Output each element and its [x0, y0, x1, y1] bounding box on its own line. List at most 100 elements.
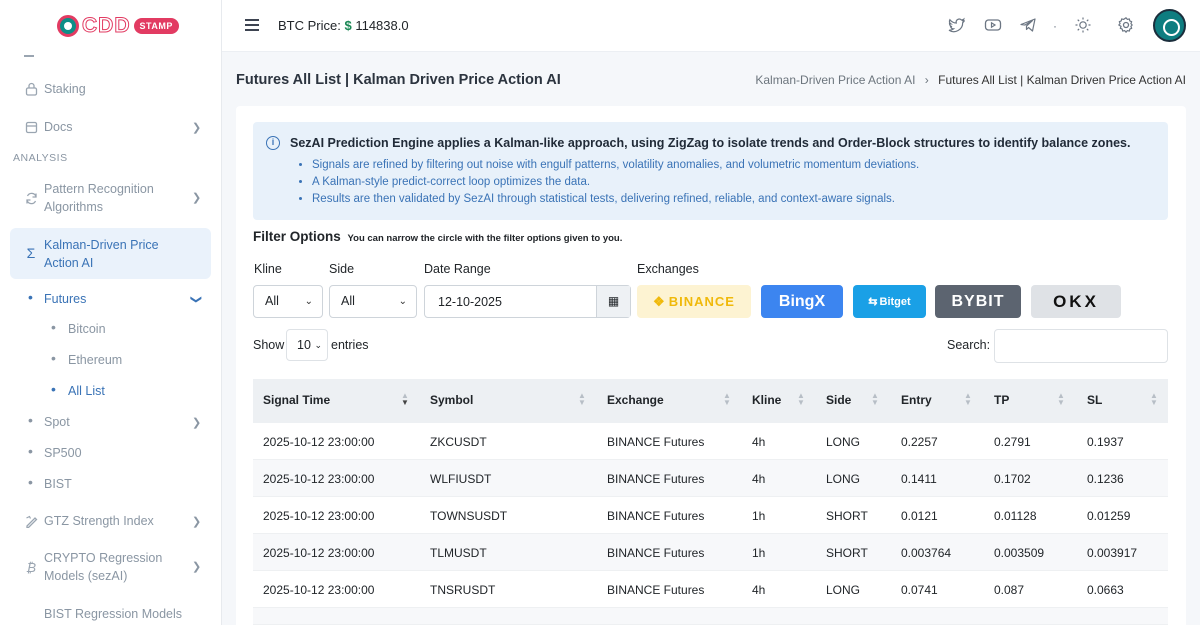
youtube-icon[interactable] — [984, 16, 1004, 36]
cell-tp: 0.2791 — [994, 435, 1031, 449]
sort-icon[interactable]: ▲ ▼ — [723, 392, 731, 407]
sort-icon[interactable]: ▲ ▼ — [871, 392, 879, 407]
cell-sl: 0.1937 — [1087, 435, 1124, 449]
kline-select[interactable]: All ⌄ — [253, 285, 323, 318]
sidebar-item-sp500[interactable]: • SP500 — [0, 443, 221, 462]
sun-icon[interactable] — [1074, 16, 1094, 36]
gear-icon[interactable] — [1117, 16, 1137, 36]
side-select[interactable]: All ⌄ — [329, 285, 417, 318]
cell-signal-time: 2025-10-12 23:00:00 — [263, 435, 375, 449]
sidebar-item-spot[interactable]: • Spot ❯ — [0, 412, 221, 431]
cell-kline: 4h — [752, 472, 766, 486]
sidebar-item-gtz[interactable]: GTZ Strength Index ❯ — [0, 512, 221, 530]
calendar-icon[interactable]: ▦ — [596, 286, 630, 317]
date-range-value: 12-10-2025 — [438, 295, 502, 309]
entries-label: entries — [331, 338, 369, 352]
sort-icon[interactable]: ▲ ▼ — [1150, 392, 1158, 407]
exchange-label: BingX — [778, 292, 826, 310]
telegram-icon[interactable] — [1019, 16, 1039, 36]
refresh-icon — [24, 191, 38, 205]
sidebar-item-kalman[interactable]: Σ Kalman-Driven Price Action AI — [0, 236, 221, 272]
cell-sl: 0.01259 — [1087, 509, 1131, 523]
sidebar-item-label: BIST Regression Models — [44, 607, 183, 621]
sort-icon[interactable]: ▲ ▼ — [797, 392, 805, 407]
sort-icon[interactable]: ▲ ▼ — [964, 392, 972, 407]
cell-tp: 0.01128 — [994, 509, 1037, 523]
cell-side: SHORT — [826, 509, 868, 523]
sidebar-item-label: Bitcoin — [68, 322, 106, 336]
chevron-right-icon: ❯ — [192, 192, 202, 204]
table-row[interactable]: 2025-10-12 23:00:00 TNSRUSDT BINANCE Fut… — [253, 571, 1168, 608]
column-header-symbol[interactable]: Symbol — [430, 393, 473, 407]
cell-exchange: BINANCE Futures — [607, 435, 705, 449]
sort-icon[interactable]: ▲ ▼ — [578, 392, 586, 407]
exchange-okx-button[interactable]: OKX — [1031, 285, 1121, 318]
breadcrumb-link[interactable]: Kalman-Driven Price Action AI — [755, 73, 915, 87]
twitter-icon[interactable] — [948, 16, 968, 36]
sidebar-item-label: Pattern Recognition Algorithms — [44, 182, 154, 214]
lock-icon — [24, 82, 38, 96]
table-header: Signal Time ▲ ▼ Symbol ▲ ▼ Exchange ▲ ▼ Kli… — [253, 379, 1168, 423]
sigma-icon: Σ — [26, 245, 36, 261]
bullet-icon: • — [51, 350, 56, 366]
column-header-signal-time[interactable]: Signal Time — [263, 393, 330, 407]
cell-symbol: ZKCUSDT — [430, 435, 487, 449]
table-row-partial[interactable] — [253, 608, 1168, 625]
cell-tp: 0.087 — [994, 583, 1025, 597]
column-header-exchange[interactable]: Exchange — [607, 393, 664, 407]
column-header-side[interactable]: Side — [826, 393, 851, 407]
table-row[interactable]: 2025-10-12 23:00:00 ZKCUSDT BINANCE Futu… — [253, 423, 1168, 460]
exchange-label: OKX — [1053, 291, 1099, 311]
table-row[interactable]: 2025-10-12 23:00:00 WLFIUSDT BINANCE Fut… — [253, 460, 1168, 497]
sidebar-item-docs[interactable]: Docs ❯ — [0, 118, 221, 136]
logo[interactable]: CDD STAMP — [0, 0, 221, 52]
table-row[interactable]: 2025-10-12 23:00:00 TLMUSDT BINANCE Futu… — [253, 534, 1168, 571]
sidebar-item-pattern-recognition[interactable]: Pattern Recognition Algorithms ❯ — [0, 180, 221, 216]
column-header-tp[interactable]: TP — [994, 393, 1009, 407]
sidebar-item-staking[interactable]: Staking — [0, 80, 221, 98]
cell-kline: 1h — [752, 509, 766, 523]
sort-icon[interactable]: ▲ ▼ — [1057, 392, 1065, 407]
sidebar-item-bist-regression[interactable]: BIST Regression Models — [0, 605, 221, 623]
sidebar-item-label: Staking — [44, 82, 86, 96]
cell-kline: 1h — [752, 546, 766, 560]
sidebar-item-futures[interactable]: • Futures ❯ — [0, 289, 221, 308]
logo-mark-icon — [57, 15, 79, 37]
table-row[interactable]: 2025-10-12 23:00:00 TOWNSUSDT BINANCE Fu… — [253, 497, 1168, 534]
date-range-input[interactable]: 12-10-2025 ▦ — [424, 285, 631, 318]
exchange-bybit-button[interactable]: BYBIT — [935, 285, 1021, 318]
avatar[interactable] — [1153, 9, 1186, 42]
sidebar-item-label: Kalman-Driven Price Action AI — [44, 238, 159, 270]
column-header-kline[interactable]: Kline — [752, 393, 781, 407]
sidebar-item-crypto-regression[interactable]: ₿ CRYPTO Regression Models (sezAI) ❯ — [0, 549, 221, 585]
cell-symbol: TLMUSDT — [430, 546, 487, 560]
exchange-bitget-button[interactable]: ⇆ Bitget — [853, 285, 926, 318]
page-title: Futures All List | Kalman Driven Price A… — [236, 72, 561, 88]
kline-label: Kline — [254, 262, 282, 276]
side-select-value: All — [341, 294, 355, 308]
sidebar-subitem-all-list[interactable]: • All List — [0, 381, 221, 400]
chevron-right-icon: ❯ — [192, 515, 202, 528]
sort-desc-icon[interactable]: ▲ ▼ — [401, 392, 409, 407]
search-label: Search: — [947, 338, 991, 352]
info-alert: i SezAI Prediction Engine applies a Kalm… — [253, 122, 1168, 220]
separator-dot-icon: · — [1053, 19, 1057, 33]
exchange-label: BINANCE — [668, 294, 735, 309]
exchange-binance-button[interactable]: ❖ BINANCE — [637, 285, 751, 318]
hamburger-menu-icon[interactable] — [245, 19, 259, 31]
sidebar-item-bist[interactable]: • BIST — [0, 474, 221, 493]
sidebar-item-label: BIST — [44, 477, 72, 491]
sidebar-item-label: GTZ Strength Index — [44, 514, 154, 528]
sidebar-item-label: Docs — [44, 120, 73, 134]
sidebar-subitem-bitcoin[interactable]: • Bitcoin — [0, 319, 221, 338]
search-input[interactable] — [994, 329, 1168, 363]
sidebar-subitem-ethereum[interactable]: • Ethereum — [0, 350, 221, 369]
exchange-bingx-button[interactable]: BingX — [761, 285, 843, 318]
column-header-sl[interactable]: SL — [1087, 393, 1102, 407]
cell-entry: 0.1411 — [901, 472, 937, 486]
chevron-right-icon: ❯ — [192, 561, 202, 573]
cell-tp: 0.1702 — [994, 472, 1031, 486]
entries-select-value: 10 — [297, 338, 311, 352]
column-header-entry[interactable]: Entry — [901, 393, 932, 407]
entries-select[interactable]: 10 ⌄ — [286, 329, 328, 361]
